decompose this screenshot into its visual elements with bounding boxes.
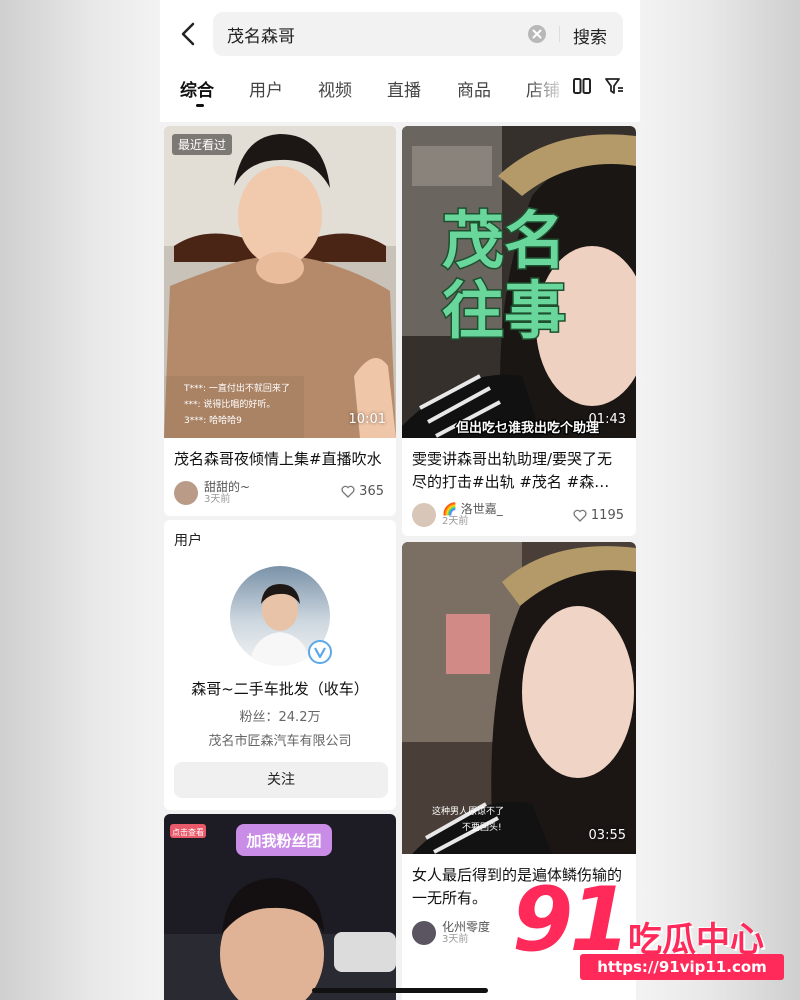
tab-indicator — [196, 104, 204, 107]
heart-icon — [573, 509, 587, 522]
author[interactable]: 🌈 洛世嘉_ 2天前 — [412, 502, 503, 528]
live-card[interactable]: 加我粉丝团 点击查看 — [164, 814, 396, 1000]
clear-icon[interactable] — [527, 24, 547, 44]
author-name: 化州零度 — [442, 920, 491, 934]
tab-videos[interactable]: 视频 — [318, 76, 352, 101]
avatar — [412, 921, 436, 945]
tab-all[interactable]: 综合 — [180, 76, 214, 101]
heart-icon — [341, 485, 355, 498]
header: 茂名森哥 搜索 综合 用户 视频 直播 商品 店铺 — [160, 0, 640, 122]
section-label: 用户 — [174, 533, 202, 549]
post-time: 3天前 — [442, 934, 469, 945]
author-name: 甜甜的~ — [204, 480, 251, 494]
tab-live[interactable]: 直播 — [387, 76, 421, 101]
video-duration: 03:55 — [588, 828, 626, 843]
live-thumbnail: 加我粉丝团 点击查看 — [164, 814, 396, 1000]
chat-comment: ***: 说得比唱的好听。 — [184, 398, 275, 410]
post-time: 2天前 — [442, 516, 469, 527]
like-count[interactable]: 365 — [341, 484, 384, 499]
video-title[interactable]: 茂名森哥夜倾情上集#直播吹水 — [174, 448, 386, 471]
likes-value: 365 — [359, 484, 384, 499]
chat-comment: 3***: 哈哈哈9 — [184, 414, 242, 426]
overlay-title: 往事 — [442, 274, 566, 347]
video-thumbnail: 这种男人原谅不了 不要回头! — [402, 542, 636, 854]
video-thumbnail: 茂名 往事 但出吃乜谁我出吃个助理 — [402, 126, 636, 438]
like-count[interactable]: 1195 — [573, 508, 624, 523]
chat-comment: 不要回头! — [462, 822, 502, 833]
tab-bar: 综合 用户 视频 直播 商品 店铺 — [160, 72, 640, 112]
fan-count: 粉丝：24.2万 — [239, 710, 321, 725]
avatar — [412, 503, 436, 527]
author-name: 🌈 洛世嘉_ — [442, 502, 503, 516]
video-title[interactable]: 雯雯讲森哥出轨助理/要哭了无尽的打击#出轨 #茂名 #森… — [412, 448, 626, 494]
video-duration: 01:43 — [588, 412, 626, 427]
post-time: 3天前 — [204, 494, 231, 505]
phone-screen: 茂名森哥 搜索 综合 用户 视频 直播 商品 店铺 — [160, 0, 640, 1000]
tab-users[interactable]: 用户 — [249, 76, 283, 101]
follow-button[interactable]: 关注 — [174, 762, 388, 798]
search-bar[interactable]: 茂名森哥 搜索 — [213, 12, 623, 56]
tab-products[interactable]: 商品 — [457, 76, 491, 101]
avatar — [174, 481, 198, 505]
verified-badge-icon — [308, 640, 332, 664]
user-result-card[interactable]: 用户 森哥~二手车批发（收车） 粉丝：24.2万 茂名市匠森汽车有限公司 关注 — [164, 520, 396, 810]
live-tag: 点击查看 — [172, 827, 204, 837]
home-indicator — [312, 988, 488, 993]
double-column-icon[interactable] — [572, 76, 592, 96]
company-name: 茂名市匠森汽车有限公司 — [208, 734, 352, 749]
chat-comment: 这种男人原谅不了 — [432, 805, 504, 817]
fan-club-banner: 加我粉丝团 — [245, 832, 321, 850]
author[interactable]: 化州零度 3天前 — [412, 920, 490, 946]
search-button[interactable]: 搜索 — [573, 23, 607, 48]
watermark-url: https://91vip11.com — [580, 954, 784, 980]
video-duration: 10:01 — [348, 412, 386, 427]
author[interactable]: 甜甜的~ 3天前 — [174, 480, 250, 506]
divider — [559, 26, 560, 42]
search-input[interactable]: 茂名森哥 — [227, 22, 295, 47]
user-name[interactable]: 森哥~二手车批发（收车） — [164, 678, 396, 699]
likes-value: 1195 — [590, 508, 624, 523]
video-thumbnail: T***: 一直付出不就回来了 ***: 说得比唱的好听。 3***: 哈哈哈9 — [164, 126, 396, 438]
back-button[interactable] — [174, 18, 202, 50]
video-subtitle: 但出吃乜谁我出吃个助理 — [455, 420, 599, 436]
recently-viewed-badge: 最近看过 — [172, 134, 233, 155]
tab-fade — [528, 72, 568, 102]
overlay-title: 茂名 — [442, 204, 566, 277]
chevron-left-icon — [181, 22, 195, 46]
filter-icon[interactable] — [604, 76, 624, 96]
video-card[interactable]: 茂名 往事 但出吃乜谁我出吃个助理 01:43 雯雯讲森哥出轨助理/要哭了无尽的… — [402, 126, 636, 536]
video-card[interactable]: T***: 一直付出不就回来了 ***: 说得比唱的好听。 3***: 哈哈哈9… — [164, 126, 396, 516]
chat-comment: T***: 一直付出不就回来了 — [183, 382, 290, 394]
